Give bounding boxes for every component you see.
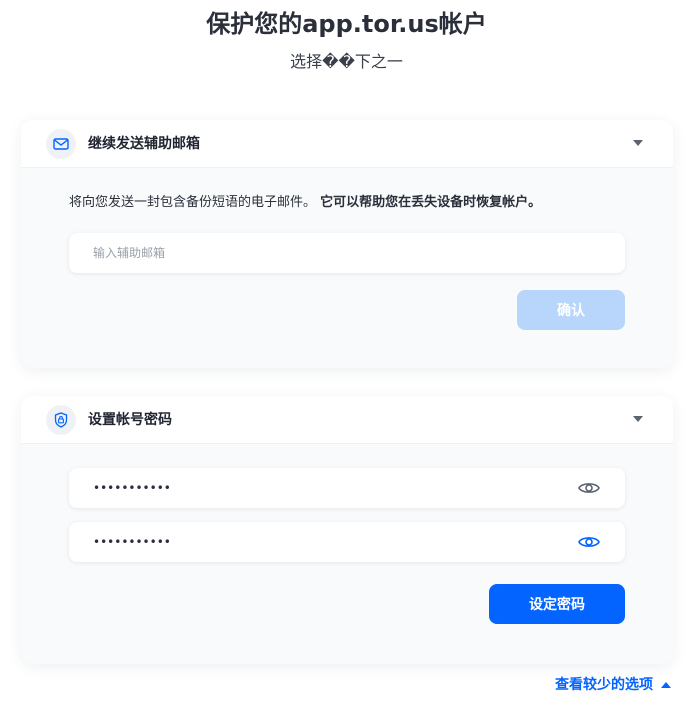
backup-email-field[interactable]	[69, 233, 625, 273]
chevron-down-icon[interactable]	[633, 416, 643, 422]
description-bold-text: 它可以帮助您在丢失设备时恢复帐户。	[320, 195, 542, 210]
eye-icon[interactable]	[577, 477, 601, 499]
mail-icon	[46, 129, 76, 159]
backup-email-card: 继续发送辅助邮箱 将向您发送一封包含备份短语的电子邮件。 它可以帮助您在丢失设备…	[21, 120, 673, 368]
password-card-title: 设置帐号密码	[88, 412, 172, 428]
backup-email-card-title: 继续发送辅助邮箱	[88, 136, 200, 152]
password-card-header[interactable]: 设置帐号密码	[21, 396, 673, 444]
lock-shield-icon	[46, 405, 76, 435]
page-title: 保护您的app.tor.us帐户	[206, 10, 487, 38]
backup-email-card-header[interactable]: 继续发送辅助邮箱	[21, 120, 673, 168]
see-less-label: 查看较少的选项	[555, 677, 653, 693]
set-password-button[interactable]: 设定密码	[489, 584, 625, 624]
see-less-options-link[interactable]: 查看较少的选项	[555, 675, 671, 695]
confirm-password-field[interactable]: •••••••••••	[69, 522, 625, 562]
description-text: 将向您发送一封包含备份短语的电子邮件。	[69, 195, 317, 210]
password-card: 设置帐号密码 ••••••••••• ••••••••••• 设定密码	[21, 396, 673, 664]
page-subtitle: 选择��下之一	[290, 52, 403, 71]
chevron-down-icon[interactable]	[633, 140, 643, 146]
chevron-up-icon	[661, 682, 671, 688]
backup-email-input[interactable]	[69, 233, 625, 273]
confirm-password-value: •••••••••••	[93, 535, 171, 549]
backup-email-description: 将向您发送一封包含备份短语的电子邮件。 它可以帮助您在丢失设备时恢复帐户。	[69, 193, 541, 213]
eye-icon[interactable]	[577, 531, 601, 553]
password-value: •••••••••••	[93, 481, 171, 495]
confirm-button[interactable]: 确认	[517, 290, 625, 330]
password-field[interactable]: •••••••••••	[69, 468, 625, 508]
